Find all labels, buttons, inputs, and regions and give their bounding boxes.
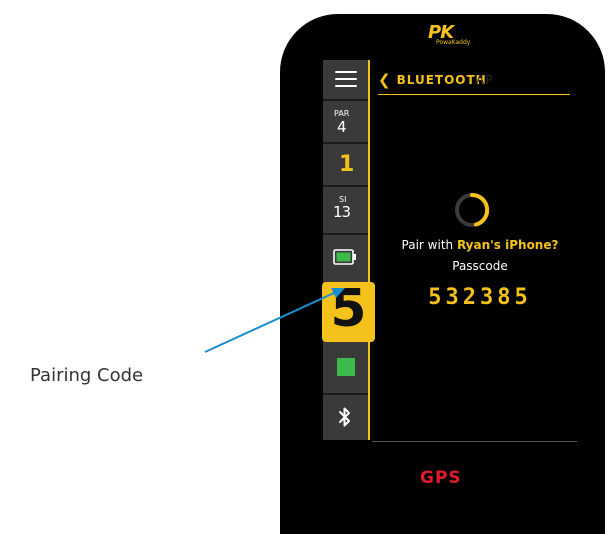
sidebar-divider [323, 99, 368, 101]
screen-header: ❮ BLUETOOTH [378, 70, 487, 90]
annotation-label: Pairing Code [30, 365, 144, 386]
brand-name: PowaKaddy [436, 39, 471, 46]
paired-device-name: Ryan's iPhone? [456, 238, 559, 252]
gear-value: 5 [330, 279, 367, 339]
si-value: 13 [333, 203, 351, 221]
loading-spinner-icon [455, 192, 490, 227]
hole-number: 1 [339, 152, 355, 177]
pair-prompt: Pair with Ryan's iPhone? [385, 238, 575, 252]
gps-mode-label[interactable]: GPS [420, 468, 462, 488]
sidebar-divider [323, 185, 368, 187]
status-square [337, 358, 355, 376]
sidebar-divider [323, 142, 368, 144]
footer-divider [372, 441, 577, 442]
battery-icon [333, 249, 356, 265]
sidebar-accent-edge [368, 60, 370, 440]
passcode-value: 532385 [428, 285, 532, 310]
page-title: BLUETOOTH [396, 73, 487, 87]
hamburger-menu-icon[interactable] [335, 70, 357, 88]
bluetooth-icon[interactable] [335, 405, 355, 429]
header-divider [378, 94, 570, 95]
pair-prompt-prefix: Pair with [401, 238, 454, 252]
passcode-label: Passcode [452, 259, 508, 273]
powakaddy-logo: PK PowaKaddy [428, 22, 488, 50]
sidebar-divider [323, 393, 368, 395]
chevron-left-icon[interactable]: ❮ [378, 71, 391, 89]
par-value: 4 [337, 118, 347, 136]
par-label: PAR [334, 109, 350, 118]
sidebar-divider [323, 233, 368, 235]
header-ghost-text: AP [476, 73, 494, 87]
